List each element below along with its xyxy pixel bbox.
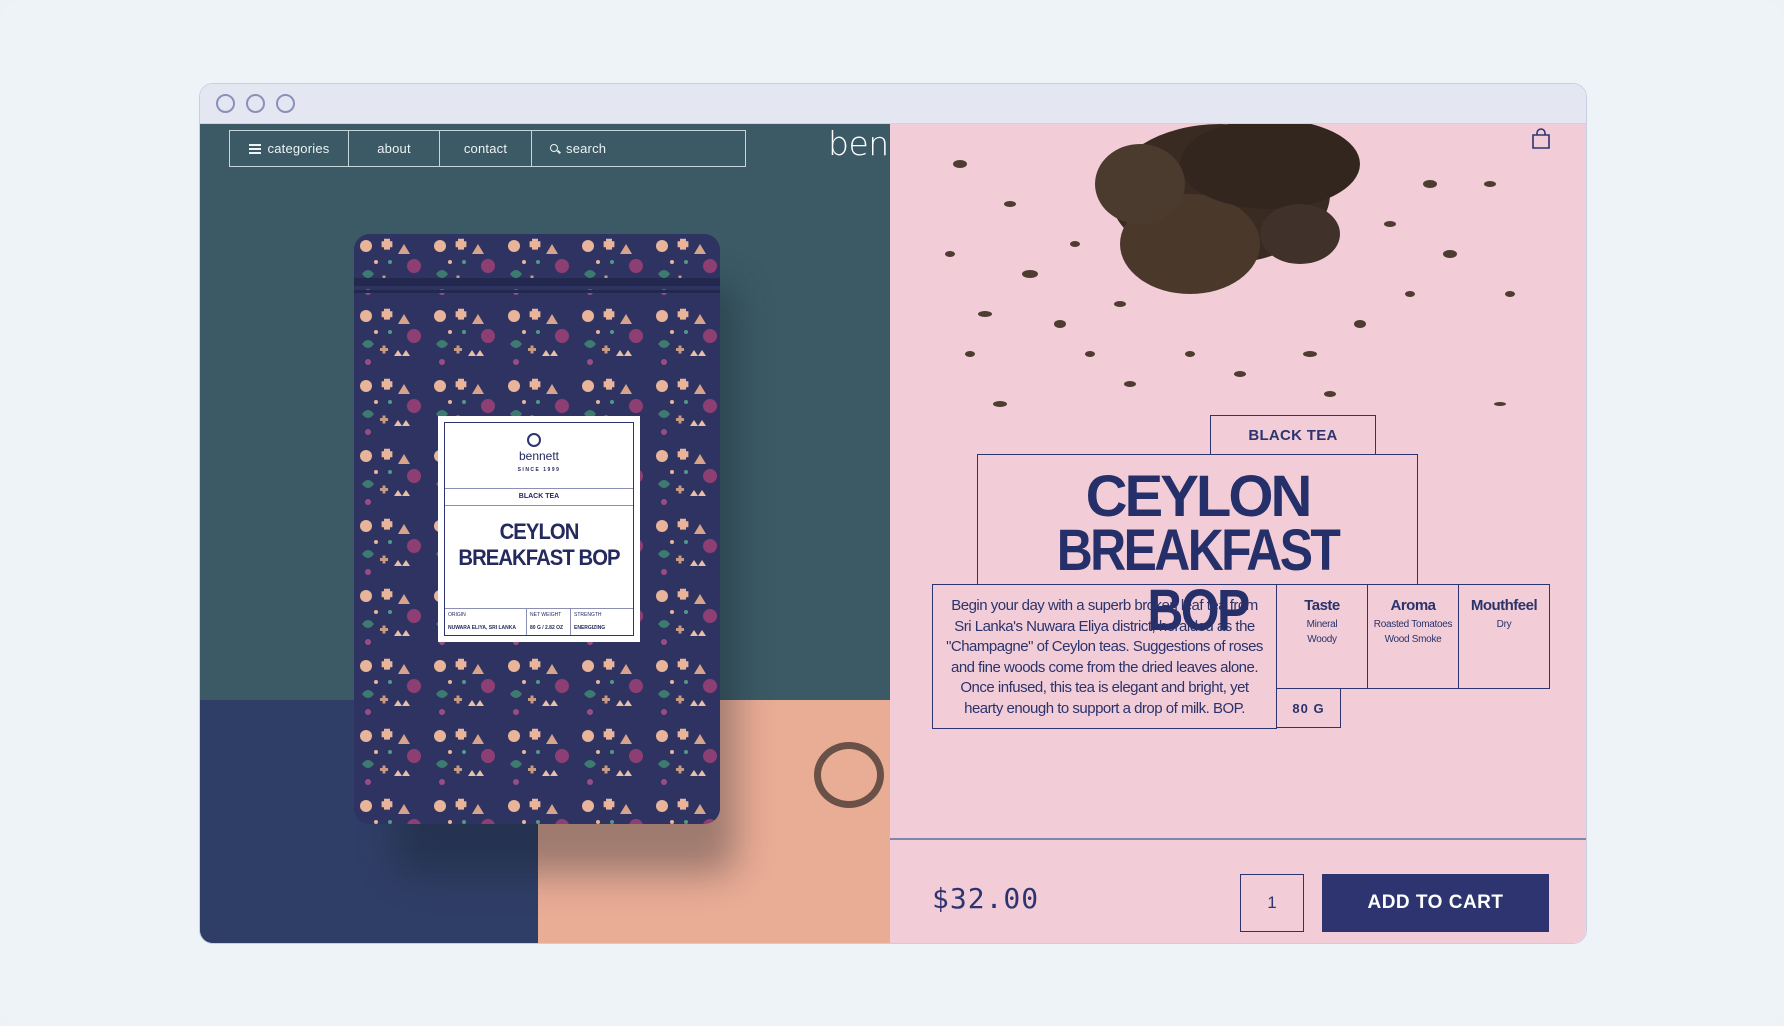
product-details-panel: BLACK TEA CEYLON BREAKFAST BOP Begin you…	[890, 124, 1586, 943]
main-nav: categories about contact search	[229, 130, 746, 167]
label-since: SINCE 1999	[517, 467, 561, 473]
browser-window: categories about contact search bennett …	[199, 83, 1587, 944]
nav-contact-label: contact	[463, 141, 508, 156]
label-footer: ORIGIN NUWARA ELIYA, SRI LANKA NET WEIGHT…	[445, 608, 633, 635]
window-close-dot[interactable]	[216, 94, 235, 113]
quantity-input[interactable]	[1240, 874, 1304, 932]
label-product-name: CEYLON BREAKFAST BOP	[458, 519, 620, 570]
product-description: Begin your day with a superb broken leaf…	[932, 584, 1277, 729]
nav-search[interactable]: search	[532, 131, 744, 166]
label-brand: bennett	[518, 449, 560, 463]
nav-categories-label: categories	[267, 141, 330, 156]
nav-search-label: search	[566, 141, 607, 156]
nav-categories[interactable]: categories	[230, 131, 349, 166]
add-to-cart-button[interactable]: ADD TO CART	[1322, 874, 1549, 932]
product-title: CEYLON BREAKFAST BOP	[977, 454, 1418, 641]
tea-tin-image: bennett SINCE 1999 BLACK TEA CEYLON BREA…	[354, 234, 720, 824]
tin-label: bennett SINCE 1999 BLACK TEA CEYLON BREA…	[438, 416, 640, 642]
divider	[890, 838, 1586, 840]
window-maximize-dot[interactable]	[276, 94, 295, 113]
search-icon	[550, 144, 559, 153]
nav-about-label: about	[377, 141, 411, 156]
nav-about[interactable]: about	[349, 131, 440, 166]
label-type: BLACK TEA	[445, 488, 633, 506]
product-weight: 80 G	[1276, 688, 1341, 728]
shopping-bag-icon[interactable]	[1530, 128, 1552, 150]
tea-leaves-image	[945, 124, 1515, 407]
brand-seal-icon	[527, 433, 541, 447]
menu-icon	[248, 144, 261, 154]
attribute-aroma: Aroma Roasted Tomatoes Wood Smoke	[1367, 584, 1459, 689]
window-minimize-dot[interactable]	[246, 94, 265, 113]
attribute-mouthfeel: Mouthfeel Dry	[1458, 584, 1550, 689]
product-image-panel: categories about contact search bennett …	[200, 124, 890, 943]
page-background: categories about contact search bennett …	[0, 0, 1784, 1026]
decorative-ring	[814, 742, 884, 808]
product-category-badge: BLACK TEA	[1210, 415, 1376, 455]
product-page: categories about contact search bennett …	[200, 124, 1586, 943]
attribute-taste: Taste Mineral Woody	[1276, 584, 1368, 689]
browser-toolbar	[200, 84, 1586, 124]
nav-contact[interactable]: contact	[440, 131, 532, 166]
product-price: $32.00	[932, 882, 1040, 915]
